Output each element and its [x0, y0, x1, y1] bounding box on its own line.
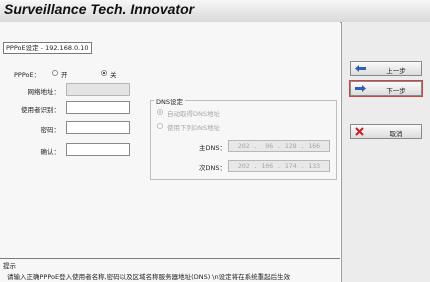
hint-text: 请输入正确PPPoE登入使用者名称,密码以及区域名称服务器地址(DNS) \n设…	[7, 273, 291, 281]
arrow-right-icon	[355, 85, 366, 92]
primary-dns-field[interactable]: 202 . 96 . 128 . 166	[228, 140, 330, 152]
next-button[interactable]: 下一步	[349, 80, 423, 97]
close-icon	[355, 127, 364, 136]
network-address-field[interactable]	[66, 83, 130, 96]
hint-divider	[0, 258, 340, 259]
secondary-dns-label: 次DNS：	[199, 164, 226, 172]
pppoe-on-label: 开	[61, 71, 68, 79]
confirm-password-field[interactable]	[66, 143, 130, 156]
dns-manual-label: 使用下列DNS地址	[167, 124, 220, 132]
prev-button[interactable]: 上一步	[350, 61, 422, 76]
primary-dns-label: 主DNS：	[199, 144, 226, 152]
pppoe-label: PPPoE：	[14, 71, 41, 79]
pppoe-off-label: 关	[110, 71, 117, 79]
arrow-left-icon	[355, 65, 366, 72]
password-label: 密码：	[40, 126, 61, 134]
dns-manual-radio[interactable]	[157, 123, 163, 129]
pppoe-on-radio[interactable]	[52, 70, 58, 76]
next-button-label: 下一步	[386, 87, 406, 95]
panel-title: PPPoE设定 - 192.168.0.10	[3, 42, 92, 54]
cancel-button[interactable]: 取消	[350, 124, 422, 139]
settings-panel: PPPoE设定 - 192.168.0.10 PPPoE： 开 关 网络地址： …	[0, 22, 340, 282]
password-field[interactable]	[66, 121, 130, 134]
prev-button-label: 上一步	[386, 67, 406, 75]
pppoe-off-radio[interactable]	[101, 70, 107, 76]
dns-auto-radio[interactable]	[157, 109, 163, 115]
secondary-dns-field[interactable]: 202 . 106 . 174 . 133	[228, 160, 330, 172]
network-address-label: 网络地址：	[27, 88, 61, 96]
hint-title: 提示	[3, 262, 16, 270]
cancel-button-label: 取消	[389, 130, 403, 138]
confirm-password-label: 确认：	[40, 148, 61, 156]
user-id-field[interactable]	[66, 101, 130, 114]
dns-auto-label: 自动取得DNS地址	[167, 110, 220, 118]
dns-settings-legend: DNS设定	[154, 96, 185, 106]
brand-title: Surveillance Tech. Innovator	[4, 1, 195, 17]
app-header: Surveillance Tech. Innovator	[0, 0, 430, 23]
user-id-label: 使用者识别：	[21, 106, 60, 114]
